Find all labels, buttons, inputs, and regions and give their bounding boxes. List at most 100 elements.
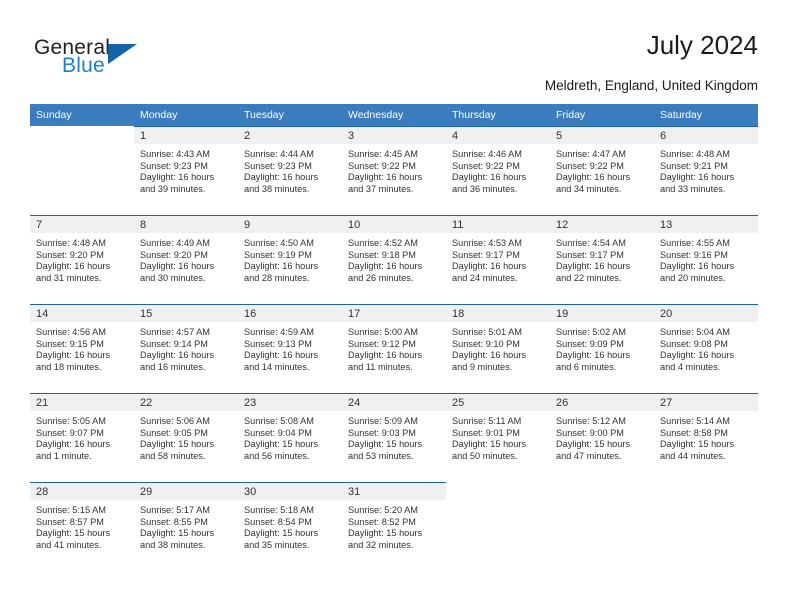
calendar-day-cell[interactable]: 18 Sunrise: 5:01 AM Sunset: 9:10 PM Dayligh… <box>446 304 550 393</box>
sunset-text: Sunset: 9:14 PM <box>140 338 208 349</box>
calendar-day-cell[interactable]: 30 Sunrise: 5:18 AM Sunset: 8:54 PM Dayligh… <box>238 482 342 571</box>
calendar-day-cell[interactable]: 1 Sunrise: 4:43 AM Sunset: 9:23 PM Daylight… <box>134 126 238 215</box>
calendar-day-cell[interactable]: 28 Sunrise: 5:15 AM Sunset: 8:57 PM Dayligh… <box>30 482 134 571</box>
daylight-text-line1: Daylight: 16 hours <box>556 350 631 361</box>
daylight-text-line2: and 36 minutes. <box>452 183 518 194</box>
weekday-header-sunday: Sunday <box>30 104 134 126</box>
weekday-header-tuesday: Tuesday <box>238 104 342 126</box>
calendar-day-cell[interactable]: 26 Sunrise: 5:12 AM Sunset: 9:00 PM Dayligh… <box>550 393 654 482</box>
calendar-day-cell[interactable]: 14 Sunrise: 4:56 AM Sunset: 9:15 PM Dayligh… <box>30 304 134 393</box>
sunset-text: Sunset: 9:22 PM <box>556 160 624 171</box>
sunset-text: Sunset: 9:04 PM <box>244 427 312 438</box>
calendar-day-cell[interactable]: 7 Sunrise: 4:48 AM Sunset: 9:20 PM Daylight… <box>30 215 134 304</box>
sunrise-text: Sunrise: 4:59 AM <box>244 327 314 337</box>
calendar-day-cell[interactable]: 4 Sunrise: 4:46 AM Sunset: 9:22 PM Daylight… <box>446 126 550 215</box>
day-number: 8 <box>134 216 238 233</box>
calendar-day-cell[interactable]: 27 Sunrise: 5:14 AM Sunset: 8:58 PM Dayligh… <box>654 393 758 482</box>
calendar-day-cell[interactable]: 24 Sunrise: 5:09 AM Sunset: 9:03 PM Dayligh… <box>342 393 446 482</box>
sunset-text: Sunset: 9:00 PM <box>556 427 624 438</box>
daylight-text-line2: and 44 minutes. <box>660 450 726 461</box>
calendar-day-cell[interactable]: 19 Sunrise: 5:02 AM Sunset: 9:09 PM Dayligh… <box>550 304 654 393</box>
day-details: Sunrise: 5:15 AM Sunset: 8:57 PM Daylight:… <box>30 500 134 551</box>
calendar-day-content: 30 Sunrise: 5:18 AM Sunset: 8:54 PM Dayligh… <box>238 482 342 571</box>
daylight-text-line1: Daylight: 15 hours <box>244 528 319 539</box>
day-details: Sunrise: 5:11 AM Sunset: 9:01 PM Daylight:… <box>446 411 550 462</box>
calendar-day-cell[interactable]: 31 Sunrise: 5:20 AM Sunset: 8:52 PM Dayligh… <box>342 482 446 571</box>
calendar-day-cell[interactable]: 8 Sunrise: 4:49 AM Sunset: 9:20 PM Daylight… <box>134 215 238 304</box>
daylight-text-line2: and 32 minutes. <box>348 539 414 550</box>
general-blue-logo[interactable]: General Blue <box>34 36 164 86</box>
sunset-text: Sunset: 9:17 PM <box>452 249 520 260</box>
day-number: 24 <box>342 394 446 411</box>
daylight-text-line1: Daylight: 16 hours <box>140 261 215 272</box>
day-number: 3 <box>342 127 446 144</box>
calendar-day-cell[interactable]: 20 Sunrise: 5:04 AM Sunset: 9:08 PM Dayligh… <box>654 304 758 393</box>
daylight-text-line2: and 11 minutes. <box>348 361 413 372</box>
calendar-day-content: 3 Sunrise: 4:45 AM Sunset: 9:22 PM Daylight… <box>342 126 446 215</box>
daylight-text-line1: Daylight: 16 hours <box>244 350 319 361</box>
calendar-day-content: 26 Sunrise: 5:12 AM Sunset: 9:00 PM Dayligh… <box>550 393 654 482</box>
sunrise-text: Sunrise: 5:01 AM <box>452 327 522 337</box>
calendar-day-cell[interactable]: 13 Sunrise: 4:55 AM Sunset: 9:16 PM Dayligh… <box>654 215 758 304</box>
calendar-day-cell[interactable]: 25 Sunrise: 5:11 AM Sunset: 9:01 PM Dayligh… <box>446 393 550 482</box>
sunrise-text: Sunrise: 4:54 AM <box>556 238 626 248</box>
day-details: Sunrise: 5:05 AM Sunset: 9:07 PM Daylight:… <box>30 411 134 462</box>
day-details: Sunrise: 4:56 AM Sunset: 9:15 PM Daylight:… <box>30 322 134 373</box>
day-number: 6 <box>654 127 758 144</box>
sunrise-text: Sunrise: 5:02 AM <box>556 327 626 337</box>
sunrise-text: Sunrise: 4:52 AM <box>348 238 418 248</box>
calendar-day-content: 25 Sunrise: 5:11 AM Sunset: 9:01 PM Dayligh… <box>446 393 550 482</box>
calendar-header-row: Sunday Monday Tuesday Wednesday Thursday… <box>30 104 758 126</box>
day-number: 19 <box>550 305 654 322</box>
daylight-text-line1: Daylight: 15 hours <box>140 439 215 450</box>
day-number: 30 <box>238 483 342 500</box>
calendar-day-cell[interactable]: 2 Sunrise: 4:44 AM Sunset: 9:23 PM Daylight… <box>238 126 342 215</box>
calendar-day-content: 24 Sunrise: 5:09 AM Sunset: 9:03 PM Dayligh… <box>342 393 446 482</box>
calendar-day-content: 20 Sunrise: 5:04 AM Sunset: 9:08 PM Dayligh… <box>654 304 758 393</box>
daylight-text-line2: and 34 minutes. <box>556 183 622 194</box>
calendar-empty-cell <box>446 482 550 571</box>
day-details: Sunrise: 4:46 AM Sunset: 9:22 PM Daylight:… <box>446 144 550 195</box>
sunrise-text: Sunrise: 4:49 AM <box>140 238 210 248</box>
calendar-day-cell[interactable]: 29 Sunrise: 5:17 AM Sunset: 8:55 PM Dayligh… <box>134 482 238 571</box>
calendar-day-cell[interactable]: 3 Sunrise: 4:45 AM Sunset: 9:22 PM Daylight… <box>342 126 446 215</box>
sunrise-text: Sunrise: 5:04 AM <box>660 327 730 337</box>
day-number: 23 <box>238 394 342 411</box>
calendar-day-cell[interactable]: 9 Sunrise: 4:50 AM Sunset: 9:19 PM Daylight… <box>238 215 342 304</box>
day-details: Sunrise: 5:20 AM Sunset: 8:52 PM Daylight:… <box>342 500 446 551</box>
calendar-day-cell[interactable]: 12 Sunrise: 4:54 AM Sunset: 9:17 PM Dayligh… <box>550 215 654 304</box>
calendar-day-cell[interactable]: 6 Sunrise: 4:48 AM Sunset: 9:21 PM Daylight… <box>654 126 758 215</box>
calendar-day-cell[interactable]: 11 Sunrise: 4:53 AM Sunset: 9:17 PM Dayligh… <box>446 215 550 304</box>
day-number: 10 <box>342 216 446 233</box>
daylight-text-line2: and 41 minutes. <box>36 539 102 550</box>
calendar-day-cell[interactable]: 17 Sunrise: 5:00 AM Sunset: 9:12 PM Dayligh… <box>342 304 446 393</box>
daylight-text-line2: and 6 minutes. <box>556 361 617 372</box>
sunset-text: Sunset: 9:13 PM <box>244 338 312 349</box>
sunrise-text: Sunrise: 5:09 AM <box>348 416 418 426</box>
day-details: Sunrise: 5:02 AM Sunset: 9:09 PM Daylight:… <box>550 322 654 373</box>
weekday-header-thursday: Thursday <box>446 104 550 126</box>
daylight-text-line1: Daylight: 16 hours <box>36 261 111 272</box>
calendar-day-cell <box>550 482 654 571</box>
daylight-text-line2: and 18 minutes. <box>36 361 102 372</box>
calendar-day-content: 11 Sunrise: 4:53 AM Sunset: 9:17 PM Dayligh… <box>446 215 550 304</box>
daylight-text-line2: and 28 minutes. <box>244 272 310 283</box>
weekday-header-row: Sunday Monday Tuesday Wednesday Thursday… <box>30 104 758 126</box>
day-number: 25 <box>446 394 550 411</box>
calendar-day-cell[interactable]: 10 Sunrise: 4:52 AM Sunset: 9:18 PM Dayligh… <box>342 215 446 304</box>
calendar-day-cell[interactable]: 21 Sunrise: 5:05 AM Sunset: 9:07 PM Dayligh… <box>30 393 134 482</box>
calendar-day-cell[interactable]: 16 Sunrise: 4:59 AM Sunset: 9:13 PM Dayligh… <box>238 304 342 393</box>
calendar-day-content: 28 Sunrise: 5:15 AM Sunset: 8:57 PM Dayligh… <box>30 482 134 571</box>
calendar-day-cell[interactable]: 23 Sunrise: 5:08 AM Sunset: 9:04 PM Dayligh… <box>238 393 342 482</box>
sunset-text: Sunset: 8:55 PM <box>140 516 208 527</box>
daylight-text-line1: Daylight: 16 hours <box>244 261 319 272</box>
calendar-day-content: 29 Sunrise: 5:17 AM Sunset: 8:55 PM Dayligh… <box>134 482 238 571</box>
calendar-day-cell[interactable]: 5 Sunrise: 4:47 AM Sunset: 9:22 PM Daylight… <box>550 126 654 215</box>
page-header: General Blue July 2024 Meldreth, England… <box>34 30 758 100</box>
calendar-day-cell[interactable]: 22 Sunrise: 5:06 AM Sunset: 9:05 PM Dayligh… <box>134 393 238 482</box>
calendar-empty-cell <box>654 482 758 571</box>
calendar-day-cell[interactable]: 15 Sunrise: 4:57 AM Sunset: 9:14 PM Dayligh… <box>134 304 238 393</box>
day-number: 20 <box>654 305 758 322</box>
sunrise-text: Sunrise: 5:05 AM <box>36 416 106 426</box>
sunset-text: Sunset: 8:54 PM <box>244 516 312 527</box>
